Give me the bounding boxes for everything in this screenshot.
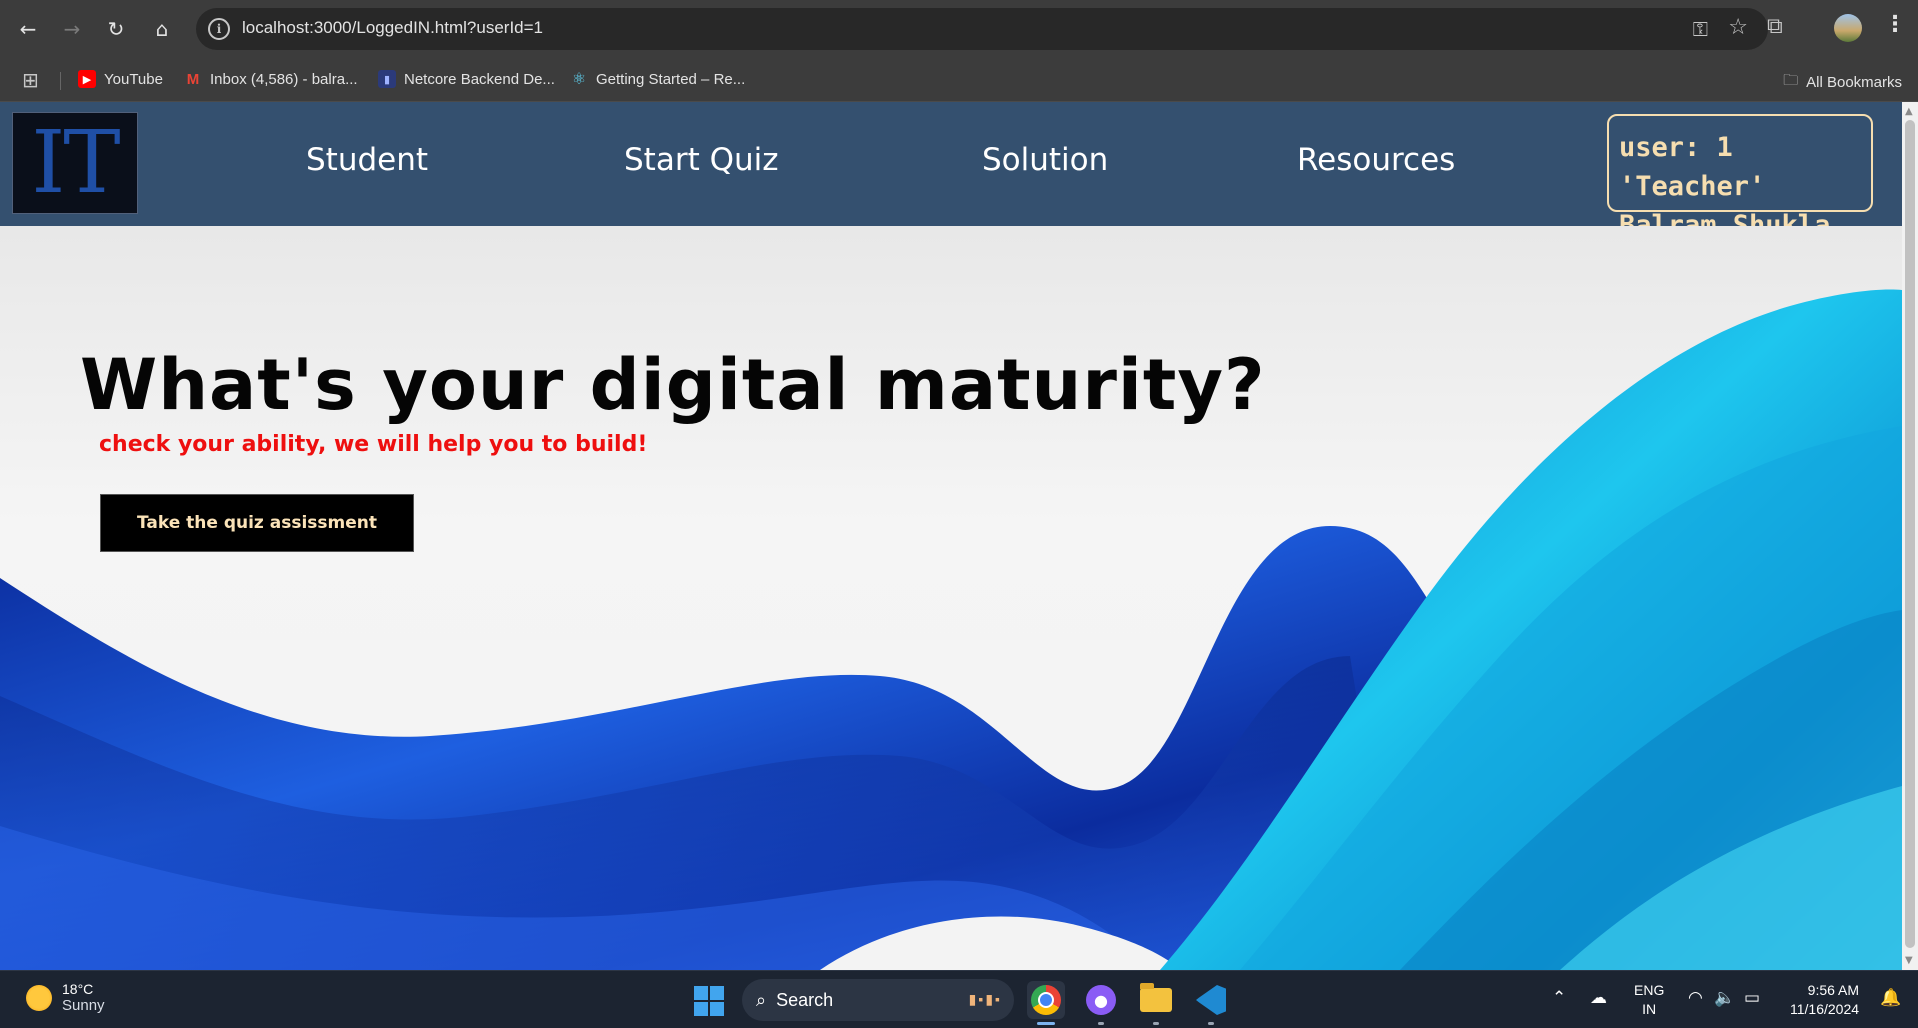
user-role-line: user: 1 'Teacher' bbox=[1619, 132, 1766, 202]
apps-grid-icon[interactable]: ⊞ bbox=[22, 68, 39, 92]
scroll-up-icon[interactable]: ▲ bbox=[1905, 106, 1913, 117]
hero-headline: What's your digital maturity? bbox=[80, 344, 1266, 426]
search-label: Search bbox=[776, 989, 834, 1010]
chrome-icon bbox=[1031, 985, 1061, 1015]
home-icon[interactable]: ⌂ bbox=[146, 13, 178, 45]
scrollbar-thumb[interactable] bbox=[1905, 120, 1915, 948]
profile-avatar[interactable] bbox=[1834, 14, 1862, 42]
scroll-down-icon[interactable]: ▼ bbox=[1905, 955, 1913, 966]
onedrive-icon[interactable]: ☁ bbox=[1590, 988, 1607, 1008]
all-bookmarks[interactable]: 🗀 All Bookmarks bbox=[1783, 70, 1902, 95]
nav-resources[interactable]: Resources bbox=[1297, 142, 1455, 178]
password-key-icon[interactable]: ⚿ bbox=[1693, 17, 1708, 41]
weather-temp: 18°C bbox=[62, 981, 94, 997]
bookmark-youtube[interactable]: ▶ YouTube bbox=[78, 70, 163, 88]
weather-widget[interactable]: 18°C Sunny bbox=[26, 981, 105, 1014]
github-desktop-icon: ● bbox=[1086, 985, 1116, 1015]
site-logo[interactable]: IT bbox=[12, 112, 138, 214]
site-header: IT Student Start Quiz Solution Resources… bbox=[0, 102, 1902, 241]
running-indicator bbox=[1208, 1022, 1214, 1025]
volume-icon[interactable]: 🔈 bbox=[1714, 988, 1735, 1008]
taskbar-file-explorer[interactable] bbox=[1137, 981, 1175, 1025]
os-taskbar: 18°C Sunny ⌕ Search ▮▪▮▪ ● ⌃ ☁ ENG IN ◠ … bbox=[0, 970, 1918, 1028]
gmail-icon: M bbox=[186, 70, 200, 88]
extensions-icon[interactable]: ⧉ bbox=[1767, 14, 1783, 39]
lang-line2: IN bbox=[1642, 1001, 1657, 1017]
bookmarks-bar: ⊞ ▶ YouTube M Inbox (4,586) - balra... ▮… bbox=[0, 58, 1918, 102]
clock-time: 9:56 AM bbox=[1807, 982, 1860, 998]
vscode-icon bbox=[1196, 985, 1226, 1015]
browser-menu-icon[interactable]: ⋮ bbox=[1884, 12, 1906, 37]
taskbar-search[interactable]: ⌕ Search ▮▪▮▪ bbox=[742, 979, 1014, 1021]
bookmark-inbox[interactable]: M Inbox (4,586) - balra... bbox=[184, 70, 358, 88]
nav-start-quiz[interactable]: Start Quiz bbox=[624, 142, 779, 178]
back-arrow-icon[interactable]: ← bbox=[12, 13, 44, 45]
battery-icon[interactable]: ▭ bbox=[1744, 988, 1760, 1008]
wave-background bbox=[0, 289, 1902, 970]
bookmark-label: Netcore Backend De... bbox=[404, 70, 555, 88]
sun-icon bbox=[26, 984, 52, 1011]
youtube-icon: ▶ bbox=[78, 70, 96, 88]
page-viewport: IT Student Start Quiz Solution Resources… bbox=[0, 102, 1918, 970]
hero-section: What's your digital maturity? check your… bbox=[0, 226, 1902, 970]
page-scrollbar[interactable]: ▲ ▼ bbox=[1902, 102, 1918, 970]
search-icon: ⌕ bbox=[756, 989, 767, 1010]
nav-solution[interactable]: Solution bbox=[982, 142, 1108, 178]
take-quiz-button[interactable]: Take the quiz assissment bbox=[100, 494, 414, 552]
bookmark-netcore[interactable]: ▮ Netcore Backend De... bbox=[378, 70, 555, 88]
search-highlight-icon: ▮▪▮▪ bbox=[968, 991, 1002, 1007]
wifi-icon[interactable]: ◠ bbox=[1688, 988, 1703, 1008]
active-indicator bbox=[1037, 1022, 1055, 1025]
forward-arrow-icon[interactable]: → bbox=[56, 13, 88, 45]
running-indicator bbox=[1098, 1022, 1104, 1025]
taskbar-vscode[interactable] bbox=[1192, 981, 1230, 1025]
bookmark-react[interactable]: ⚛ Getting Started – Re... bbox=[570, 70, 746, 89]
notification-bell-icon[interactable]: 🔔 bbox=[1880, 988, 1901, 1008]
url-text[interactable]: localhost:3000/LoggedIN.html?userId=1 bbox=[242, 18, 543, 38]
browser-toolbar: ← → ↻ ⌂ i localhost:3000/LoggedIN.html?u… bbox=[0, 0, 1918, 58]
bookmark-label: Inbox (4,586) - balra... bbox=[210, 70, 358, 88]
bookmark-label: YouTube bbox=[104, 70, 163, 88]
reload-icon[interactable]: ↻ bbox=[100, 13, 132, 45]
bookmarks-separator bbox=[60, 72, 61, 90]
netcore-icon: ▮ bbox=[378, 70, 396, 88]
taskbar-chrome[interactable] bbox=[1027, 981, 1065, 1025]
taskbar-github[interactable]: ● bbox=[1082, 981, 1120, 1025]
user-info-box: user: 1 'Teacher' Balram Shukla bbox=[1607, 114, 1873, 241]
language-indicator[interactable]: ENG IN bbox=[1634, 981, 1664, 1019]
folder-icon: 🗀 bbox=[1783, 72, 1799, 89]
react-icon: ⚛ bbox=[571, 71, 587, 88]
lang-line1: ENG bbox=[1634, 982, 1665, 998]
weather-desc: Sunny bbox=[62, 997, 105, 1014]
clock-date: 11/16/2024 bbox=[1790, 1001, 1860, 1017]
all-bookmarks-label: All Bookmarks bbox=[1806, 74, 1902, 91]
site-info-icon[interactable]: i bbox=[208, 18, 230, 40]
bookmark-label: Getting Started – Re... bbox=[596, 70, 746, 88]
running-indicator bbox=[1153, 1022, 1159, 1025]
windows-start-icon[interactable] bbox=[694, 986, 724, 1016]
nav-student[interactable]: Student bbox=[306, 142, 428, 178]
file-explorer-icon bbox=[1140, 983, 1172, 1012]
hero-subline: check your ability, we will help you to … bbox=[99, 432, 648, 457]
address-bar[interactable]: i localhost:3000/LoggedIN.html?userId=1 … bbox=[196, 8, 1768, 50]
bookmark-star-icon[interactable]: ☆ bbox=[1728, 15, 1748, 40]
clock[interactable]: 9:56 AM 11/16/2024 bbox=[1790, 981, 1859, 1019]
show-hidden-icons-chevron-icon[interactable]: ⌃ bbox=[1552, 988, 1566, 1008]
